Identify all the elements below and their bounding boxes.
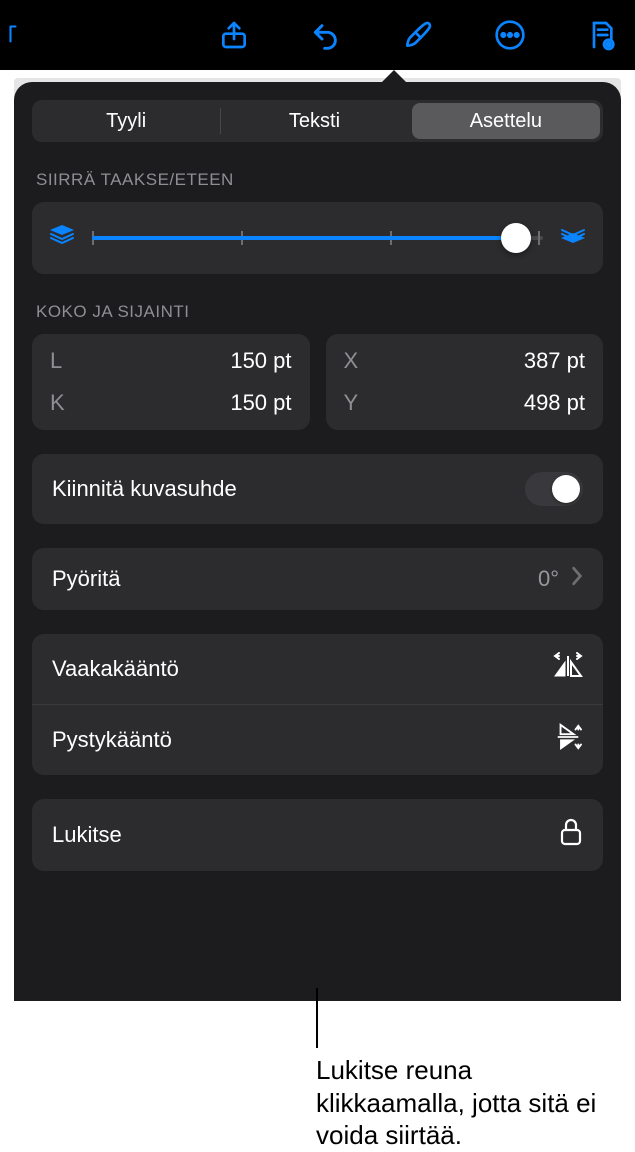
flip-vertical-icon (553, 723, 583, 757)
toolbar (0, 0, 635, 70)
sizepos-section-label: KOKO JA SIJAINTI (36, 302, 599, 322)
tab-style[interactable]: Tyyli (32, 100, 220, 142)
flip-horizontal-row[interactable]: Vaakakääntö (32, 634, 603, 704)
position-box[interactable]: X 387 pt Y 498 pt (326, 334, 604, 430)
width-label: L (50, 348, 62, 374)
aspect-ratio-row: Kiinnitä kuvasuhde (32, 454, 603, 524)
popover-arrow (380, 70, 408, 84)
zorder-slider[interactable] (92, 220, 543, 256)
format-popover: Tyyli Teksti Asettelu SIIRRÄ TAAKSE/ETEE… (14, 82, 621, 1001)
tab-segmented-control: Tyyli Teksti Asettelu (32, 100, 603, 142)
lock-label: Lukitse (52, 822, 122, 848)
flip-horizontal-icon (553, 652, 583, 686)
callout-text: Lukitse reuna klikkaamalla, jotta sitä e… (316, 1054, 616, 1152)
y-label: Y (344, 390, 359, 416)
zorder-slider-card (32, 202, 603, 274)
aspect-ratio-toggle[interactable] (525, 472, 583, 506)
rotate-label: Pyöritä (52, 566, 120, 592)
chevron-right-icon (571, 566, 583, 592)
y-value[interactable]: 498 pt (524, 390, 585, 416)
lock-row[interactable]: Lukitse (32, 799, 603, 871)
more-icon[interactable] (493, 18, 527, 52)
height-label: K (50, 390, 65, 416)
bring-front-icon[interactable] (559, 224, 587, 253)
flip-vertical-row[interactable]: Pystykääntö (32, 704, 603, 775)
flip-vertical-label: Pystykääntö (52, 727, 172, 753)
flip-horizontal-label: Vaakakääntö (52, 656, 179, 682)
height-value[interactable]: 150 pt (230, 390, 291, 416)
send-back-icon[interactable] (48, 224, 76, 253)
size-box[interactable]: L 150 pt K 150 pt (32, 334, 310, 430)
slider-thumb[interactable] (501, 223, 531, 253)
document-view-icon[interactable] (585, 18, 619, 52)
doc-edge-icon (8, 20, 28, 51)
lock-icon (559, 817, 583, 853)
tab-text[interactable]: Teksti (220, 100, 408, 142)
format-brush-icon[interactable] (401, 18, 435, 52)
x-label: X (344, 348, 359, 374)
undo-icon[interactable] (309, 18, 343, 52)
rotate-row[interactable]: Pyöritä 0° (32, 548, 603, 610)
aspect-ratio-label: Kiinnitä kuvasuhde (52, 476, 237, 502)
zorder-section-label: SIIRRÄ TAAKSE/ETEEN (36, 170, 599, 190)
callout-line (316, 988, 318, 1048)
x-value[interactable]: 387 pt (524, 348, 585, 374)
rotate-value: 0° (538, 566, 559, 592)
share-icon[interactable] (217, 18, 251, 52)
width-value[interactable]: 150 pt (230, 348, 291, 374)
tab-layout[interactable]: Asettelu (412, 103, 600, 139)
